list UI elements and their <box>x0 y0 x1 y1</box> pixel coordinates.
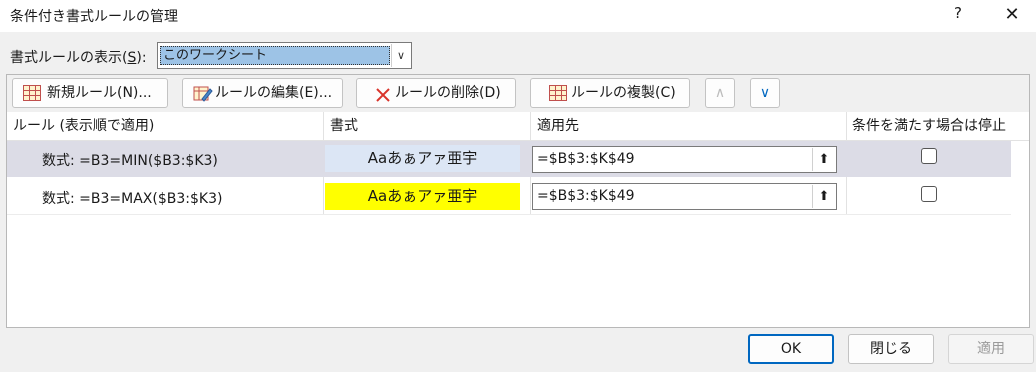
stop-if-true-checkbox[interactable] <box>921 148 937 164</box>
chevron-down-icon[interactable]: ∨ <box>391 44 410 67</box>
applies-to-field[interactable]: =$B$3:$K$49 ⬆ <box>532 146 837 173</box>
move-up-button[interactable]: ∧ <box>705 78 735 108</box>
edit-rule-button[interactable]: ルールの編集(E)... <box>182 78 343 108</box>
new-rule-button[interactable]: 新規ルール(N)... <box>12 78 168 108</box>
rule-formula: 数式: =B3=MAX($B3:$K3) <box>42 191 223 207</box>
chevron-down-icon: ∨ <box>759 85 771 101</box>
column-header-stop-if-true: 条件を満たす場合は停止 <box>852 118 1006 134</box>
ok-button[interactable]: OK <box>748 334 834 364</box>
chevron-up-icon: ∧ <box>714 85 726 101</box>
apply-button[interactable]: 適用 <box>948 334 1034 364</box>
table-grid-icon <box>549 85 567 101</box>
format-preview: Aaあぁアァ亜宇 <box>325 183 520 210</box>
column-header-rule: ルール (表示順で適用) <box>13 118 155 134</box>
move-down-button[interactable]: ∨ <box>750 78 780 108</box>
rule-formula: 数式: =B3=MIN($B3:$K3) <box>42 153 218 169</box>
show-rules-selected-value: このワークシート <box>160 46 390 65</box>
applies-to-value: =$B$3:$K$49 <box>537 188 635 204</box>
table-grid-icon <box>23 85 41 101</box>
delete-x-icon <box>375 85 393 102</box>
title-bar: 条件付き書式ルールの管理 ? ✕ <box>0 0 1036 32</box>
edit-rule-icon <box>193 85 213 102</box>
delete-rule-button[interactable]: ルールの削除(D) <box>356 78 516 108</box>
range-picker-icon[interactable]: ⬆ <box>812 148 835 171</box>
close-icon[interactable]: ✕ <box>1001 4 1023 26</box>
close-button[interactable]: 閉じる <box>848 334 934 364</box>
applies-to-value: =$B$3:$K$49 <box>537 151 635 167</box>
help-button[interactable]: ? <box>950 4 966 22</box>
format-preview: Aaあぁアァ亜宇 <box>325 145 520 172</box>
column-header-applies-to: 適用先 <box>537 118 579 134</box>
dialog-title: 条件付き書式ルールの管理 <box>10 9 178 25</box>
vertical-scrollbar[interactable] <box>1011 141 1029 327</box>
show-rules-dropdown[interactable]: このワークシート ∨ <box>157 42 412 69</box>
row-divider <box>7 214 1011 215</box>
show-rules-label: 書式ルールの表示(S): <box>10 50 147 66</box>
duplicate-rule-button[interactable]: ルールの複製(C) <box>530 78 690 108</box>
applies-to-field[interactable]: =$B$3:$K$49 ⬆ <box>532 183 837 210</box>
column-header-format: 書式 <box>330 118 358 134</box>
range-picker-icon[interactable]: ⬆ <box>812 185 835 208</box>
stop-if-true-checkbox[interactable] <box>921 186 937 202</box>
